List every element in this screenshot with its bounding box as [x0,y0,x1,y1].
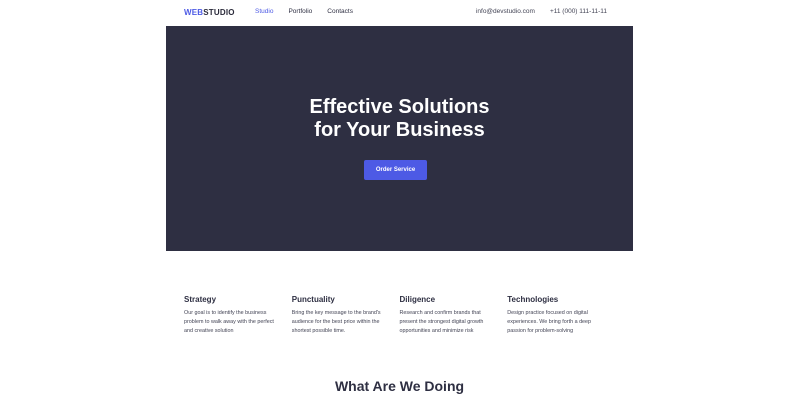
feature-text: Bring the key message to the brand's aud… [291,310,381,334]
email-link[interactable]: info@devstudio.com [476,8,535,15]
logo-rest: STUDIO [203,8,235,17]
phone-link[interactable]: +11 (000) 111-11-11 [550,8,607,15]
feature-item-punctuality: Punctuality Bring the key message to the… [292,295,400,336]
feature-item-technologies: Technologies Design practice focused on … [507,295,615,336]
feature-item-diligence: Diligence Research and confirm brands th… [400,295,508,336]
nav-link-studio[interactable]: Studio [255,8,273,15]
features-list: Strategy Our goal is to identify the bus… [184,295,615,336]
section-title: What Are We Doing [334,378,465,394]
order-service-button[interactable]: Order Service [364,160,427,180]
header-contacts: info@devstudio.com +11 (000) 111-11-11 [476,8,607,15]
logo[interactable]: WEBSTUDIO [184,8,235,17]
hero-title-line-2: for Your Business [314,119,485,141]
logo-accent: WEB [184,8,204,17]
main-nav: Studio Portfolio Contacts [255,8,353,15]
feature-text: Research and confirm brands that present… [399,310,484,334]
nav-link-contacts[interactable]: Contacts [327,8,353,15]
site-header: WEBSTUDIO Studio Portfolio Contacts info… [166,0,633,26]
feature-title: Diligence [399,295,436,304]
feature-title: Punctuality [291,295,335,304]
hero-title-line-1: Effective Solutions [309,96,490,118]
nav-link-portfolio[interactable]: Portfolio [288,8,312,15]
hero-section: Effective Solutions for Your Business Or… [166,26,633,251]
feature-text: Our goal is to identify the business pro… [184,310,274,334]
feature-title: Technologies [507,295,559,304]
feature-title: Strategy [184,295,217,304]
feature-text: Design practice focused on digital exper… [507,310,592,334]
feature-item-strategy: Strategy Our goal is to identify the bus… [184,295,292,336]
hero-title: Effective Solutions for Your Business [166,96,633,142]
